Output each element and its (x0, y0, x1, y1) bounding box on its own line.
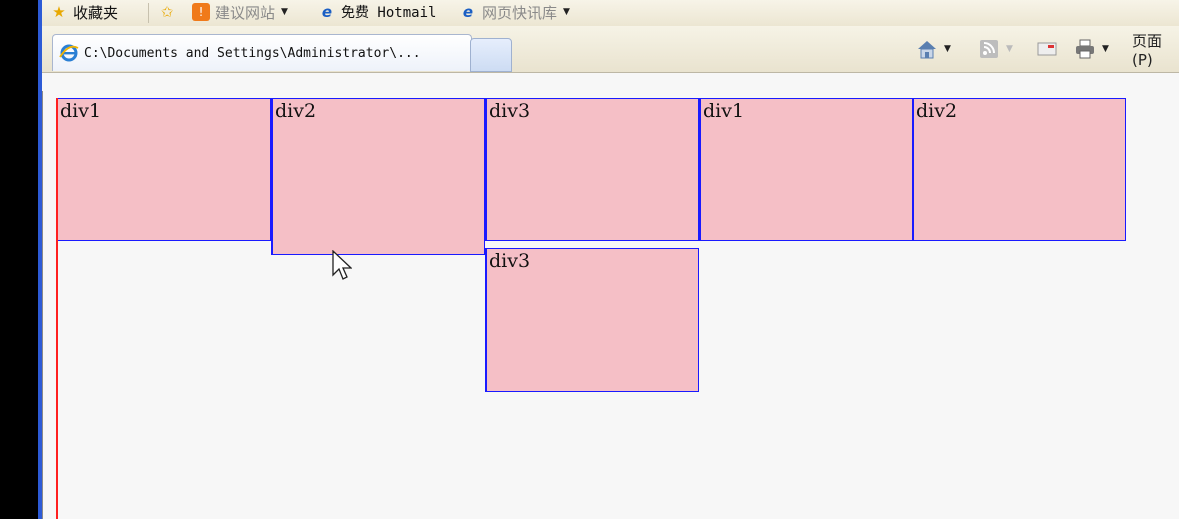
box-label: div2 (275, 100, 317, 122)
favorites-item-label: 建议网站 (215, 3, 276, 22)
box-div1: div1 (58, 98, 271, 241)
printer-icon (1074, 39, 1096, 59)
new-tab-button[interactable] (470, 38, 512, 72)
favorites-item-label: 免费 Hotmail (341, 5, 437, 21)
add-favorite-star-icon: ✩ (160, 3, 174, 21)
content-left-border (42, 91, 43, 519)
chevron-down-icon[interactable]: ▼ (1006, 44, 1013, 54)
read-mail-button[interactable] (1036, 38, 1058, 60)
box-label: div3 (489, 250, 531, 272)
box-div2: div2 (271, 98, 485, 255)
mouse-cursor-icon (332, 250, 352, 280)
tab-active[interactable]: C:\Documents and Settings\Administrator\… (52, 34, 472, 71)
add-to-favorites-button[interactable]: ✩ (158, 2, 181, 22)
page-menu-label: 页面(P) (1132, 31, 1163, 69)
box-label: div3 (489, 100, 531, 122)
box-div3: div3 (485, 248, 699, 392)
box-label: div2 (916, 100, 958, 122)
favorites-bar: ★ 收藏夹 ✩ ! 建议网站 ▼ e 免费 Hotmail e 网页快讯库 ▼ (42, 0, 1179, 26)
chevron-down-icon[interactable]: ▼ (944, 44, 951, 54)
rss-feed-icon (978, 39, 1000, 59)
favorites-button[interactable]: ★ 收藏夹 (50, 2, 118, 22)
chevron-down-icon[interactable]: ▼ (281, 7, 288, 17)
ie-icon (59, 44, 79, 62)
print-button[interactable]: ▼ (1074, 38, 1109, 60)
box-div1: div1 (699, 98, 913, 241)
content-top-border (42, 73, 1179, 92)
ie-page-icon: e (321, 3, 333, 21)
feeds-button[interactable]: ▼ (978, 38, 1013, 60)
tab-row: C:\Documents and Settings\Administrator\… (42, 26, 1179, 73)
star-icon: ★ (52, 3, 66, 21)
favorites-item-hotmail[interactable]: e 免费 Hotmail (318, 2, 437, 22)
home-icon (916, 39, 938, 59)
favorites-item-web-slice-gallery[interactable]: e 网页快讯库 ▼ (459, 2, 570, 22)
suggested-sites-icon: ! (192, 3, 210, 21)
favorites-label: 收藏夹 (73, 3, 119, 22)
box-div2: div2 (912, 98, 1126, 241)
chevron-down-icon[interactable]: ▼ (563, 7, 570, 17)
separator (148, 3, 149, 23)
page-content: div1 div2 div3 div1 div2 div3 (42, 91, 1179, 519)
box-div3: div3 (485, 98, 699, 241)
box-label: div1 (60, 100, 102, 122)
home-button[interactable]: ▼ (916, 38, 951, 60)
chevron-down-icon[interactable]: ▼ (1102, 44, 1109, 54)
browser-window: ★ 收藏夹 ✩ ! 建议网站 ▼ e 免费 Hotmail e 网页快讯库 ▼ (38, 0, 1179, 519)
tab-title: C:\Documents and Settings\Administrator\… (84, 45, 421, 61)
favorites-item-label: 网页快讯库 (482, 3, 558, 22)
page-menu-button[interactable]: 页面(P) (1132, 32, 1179, 69)
box-label: div1 (703, 100, 745, 122)
mail-icon (1036, 39, 1058, 59)
ie-page-icon: e (462, 3, 474, 21)
favorites-item-suggested-sites[interactable]: ! 建议网站 ▼ (192, 2, 288, 22)
